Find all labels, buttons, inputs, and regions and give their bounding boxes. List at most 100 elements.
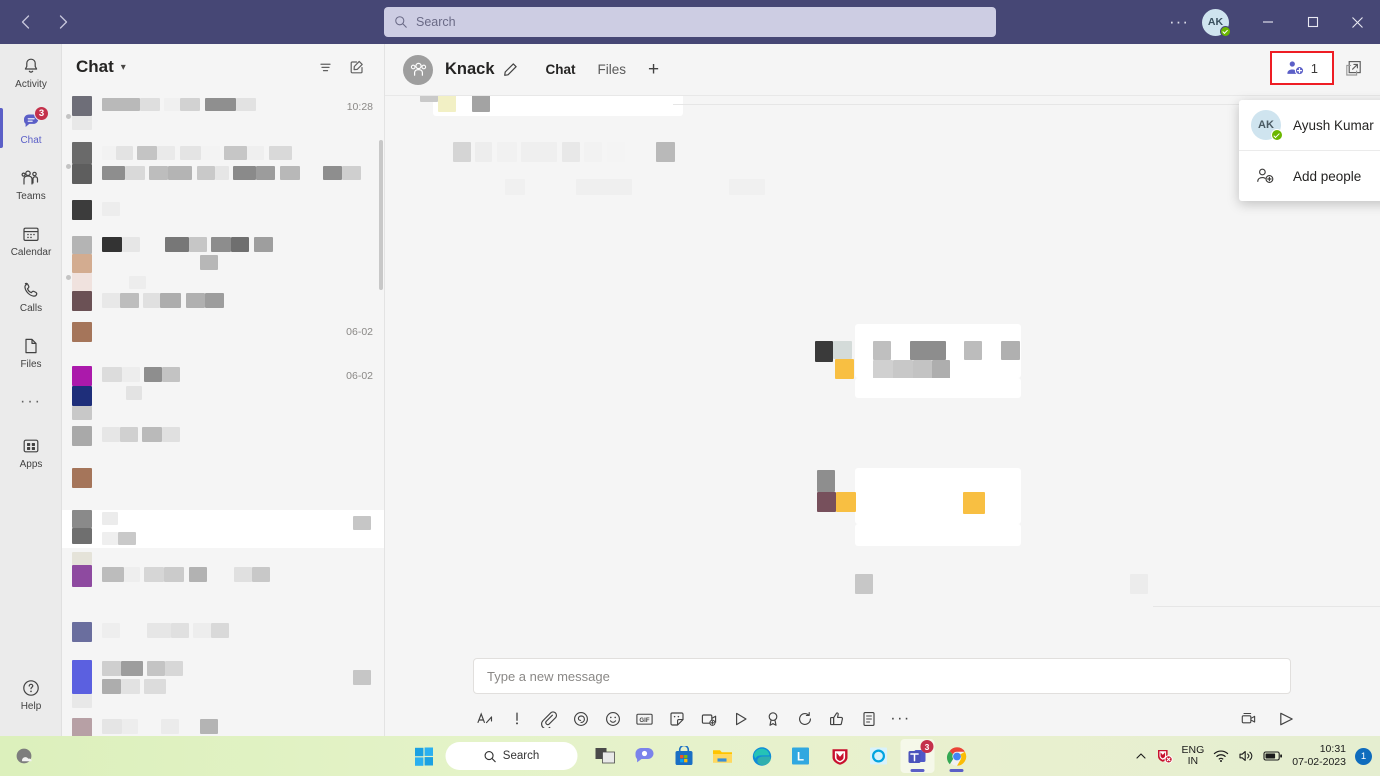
- sidebar-item-label: Apps: [19, 458, 43, 470]
- emoji-icon[interactable]: [603, 709, 622, 728]
- list-item[interactable]: [62, 660, 384, 716]
- message-bubble-incoming[interactable]: [855, 524, 1021, 546]
- list-item[interactable]: [62, 718, 384, 736]
- task-view-button[interactable]: [589, 739, 623, 773]
- l-app-button[interactable]: L: [784, 739, 818, 773]
- new-chat-button[interactable]: [344, 54, 370, 80]
- chevron-down-icon[interactable]: ▾: [121, 62, 126, 73]
- chat-list-actions: [312, 54, 370, 80]
- sidebar-item-activity[interactable]: Activity: [0, 44, 62, 100]
- search-input[interactable]: Search: [384, 7, 996, 37]
- conversation-title: Knack: [445, 60, 495, 78]
- approvals-icon[interactable]: [795, 709, 814, 728]
- sidebar-item-apps[interactable]: Apps: [0, 424, 62, 480]
- tray-volume-button[interactable]: [1238, 749, 1254, 763]
- list-item[interactable]: [62, 236, 384, 318]
- tray-clock[interactable]: 10:31 07-02-2023: [1292, 743, 1346, 769]
- message-redaction-block: [817, 492, 836, 512]
- sidebar-more-button[interactable]: ···: [0, 380, 62, 424]
- notes-icon[interactable]: [859, 709, 878, 728]
- chat-list-scrollbar[interactable]: [379, 140, 383, 290]
- send-icon[interactable]: [1277, 709, 1296, 728]
- popout-button[interactable]: [1338, 53, 1368, 83]
- list-item-selected[interactable]: [62, 510, 384, 548]
- sidebar-item-calendar[interactable]: Calendar: [0, 212, 62, 268]
- sidebar-item-chat[interactable]: 3 Chat: [0, 100, 62, 156]
- edit-name-button[interactable]: [503, 62, 518, 77]
- teams-chat-button[interactable]: [628, 739, 662, 773]
- loop-icon[interactable]: [571, 709, 590, 728]
- avatar: [72, 660, 92, 708]
- more-options-icon[interactable]: ···: [890, 709, 910, 728]
- tray-mcafee-button[interactable]: [1156, 748, 1173, 764]
- avatar[interactable]: AK: [1202, 8, 1231, 37]
- forward-button[interactable]: [48, 7, 78, 37]
- tray-overflow-button[interactable]: [1135, 750, 1147, 762]
- message-bubble-incoming[interactable]: [433, 96, 683, 116]
- settings-more-button[interactable]: ···: [1162, 5, 1196, 39]
- maximize-button[interactable]: [1290, 0, 1335, 44]
- start-button[interactable]: [407, 739, 441, 773]
- add-person-icon: [1251, 161, 1281, 191]
- close-button[interactable]: [1335, 0, 1380, 44]
- volume-icon: [1239, 751, 1253, 761]
- tray-battery-button[interactable]: [1263, 750, 1283, 762]
- stream-icon[interactable]: [731, 709, 750, 728]
- folder-icon: [713, 750, 732, 763]
- importance-icon[interactable]: [507, 709, 526, 728]
- microsoft-teams-button[interactable]: 3: [900, 739, 935, 773]
- google-chrome-button[interactable]: [940, 739, 974, 773]
- list-item[interactable]: 10:28: [62, 96, 384, 138]
- list-item[interactable]: [62, 468, 384, 508]
- video-clip-icon[interactable]: [1240, 709, 1259, 728]
- chat-list-rows[interactable]: 10:28 06-02 06-02: [62, 90, 384, 736]
- message-list[interactable]: [385, 96, 1380, 667]
- unread-dot: [66, 164, 71, 169]
- sidebar-item-files[interactable]: Files: [0, 324, 62, 380]
- notification-badge[interactable]: 1: [1355, 747, 1372, 765]
- message-redaction-block-accent: [836, 492, 856, 512]
- add-tab-button[interactable]: +: [640, 60, 667, 79]
- praise-icon[interactable]: [763, 709, 782, 728]
- file-explorer-button[interactable]: [706, 739, 740, 773]
- dropdown-item-member[interactable]: AK Ayush Kumar: [1239, 100, 1380, 150]
- tab-chat[interactable]: Chat: [538, 58, 584, 81]
- filter-button[interactable]: [312, 54, 338, 80]
- list-item[interactable]: 06-02: [62, 366, 384, 426]
- sidebar-item-calls[interactable]: Calls: [0, 268, 62, 324]
- microsoft-store-button[interactable]: [667, 739, 701, 773]
- message-input[interactable]: Type a new message: [473, 658, 1291, 694]
- weather-widget[interactable]: [12, 744, 42, 768]
- back-button[interactable]: [10, 7, 40, 37]
- like-icon[interactable]: [827, 709, 846, 728]
- dropdown-item-add-people[interactable]: Add people: [1239, 150, 1380, 201]
- message-redaction-group: [453, 142, 675, 162]
- meet-now-icon[interactable]: [699, 709, 718, 728]
- list-item[interactable]: [62, 142, 384, 190]
- format-icon[interactable]: [475, 709, 494, 728]
- tray-language[interactable]: ENG IN: [1182, 744, 1205, 768]
- avatar: [72, 366, 92, 420]
- message-bubble-incoming[interactable]: [855, 468, 1021, 524]
- list-item[interactable]: [62, 622, 384, 662]
- microsoft-edge-button[interactable]: [745, 739, 779, 773]
- circle-app-button[interactable]: [862, 739, 896, 773]
- tray-wifi-button[interactable]: [1213, 749, 1229, 763]
- mcafee-button[interactable]: [823, 739, 857, 773]
- chat-unread-badge: 3: [34, 105, 49, 121]
- list-item[interactable]: 06-02: [62, 322, 384, 362]
- minimize-button[interactable]: [1245, 0, 1290, 44]
- sidebar-item-teams[interactable]: Teams: [0, 156, 62, 212]
- list-item[interactable]: [62, 426, 384, 466]
- attach-icon[interactable]: [539, 709, 558, 728]
- sticker-icon[interactable]: [667, 709, 686, 728]
- list-item[interactable]: [62, 200, 384, 234]
- gif-icon[interactable]: GIF: [635, 709, 654, 728]
- message-bubble-incoming[interactable]: [855, 378, 1021, 398]
- people-button[interactable]: 1: [1269, 51, 1334, 85]
- sidebar-item-help[interactable]: Help: [0, 666, 62, 722]
- search-icon: [395, 16, 407, 28]
- taskbar-search[interactable]: Search: [445, 742, 578, 770]
- tab-files[interactable]: Files: [590, 58, 635, 81]
- list-item[interactable]: [62, 552, 384, 594]
